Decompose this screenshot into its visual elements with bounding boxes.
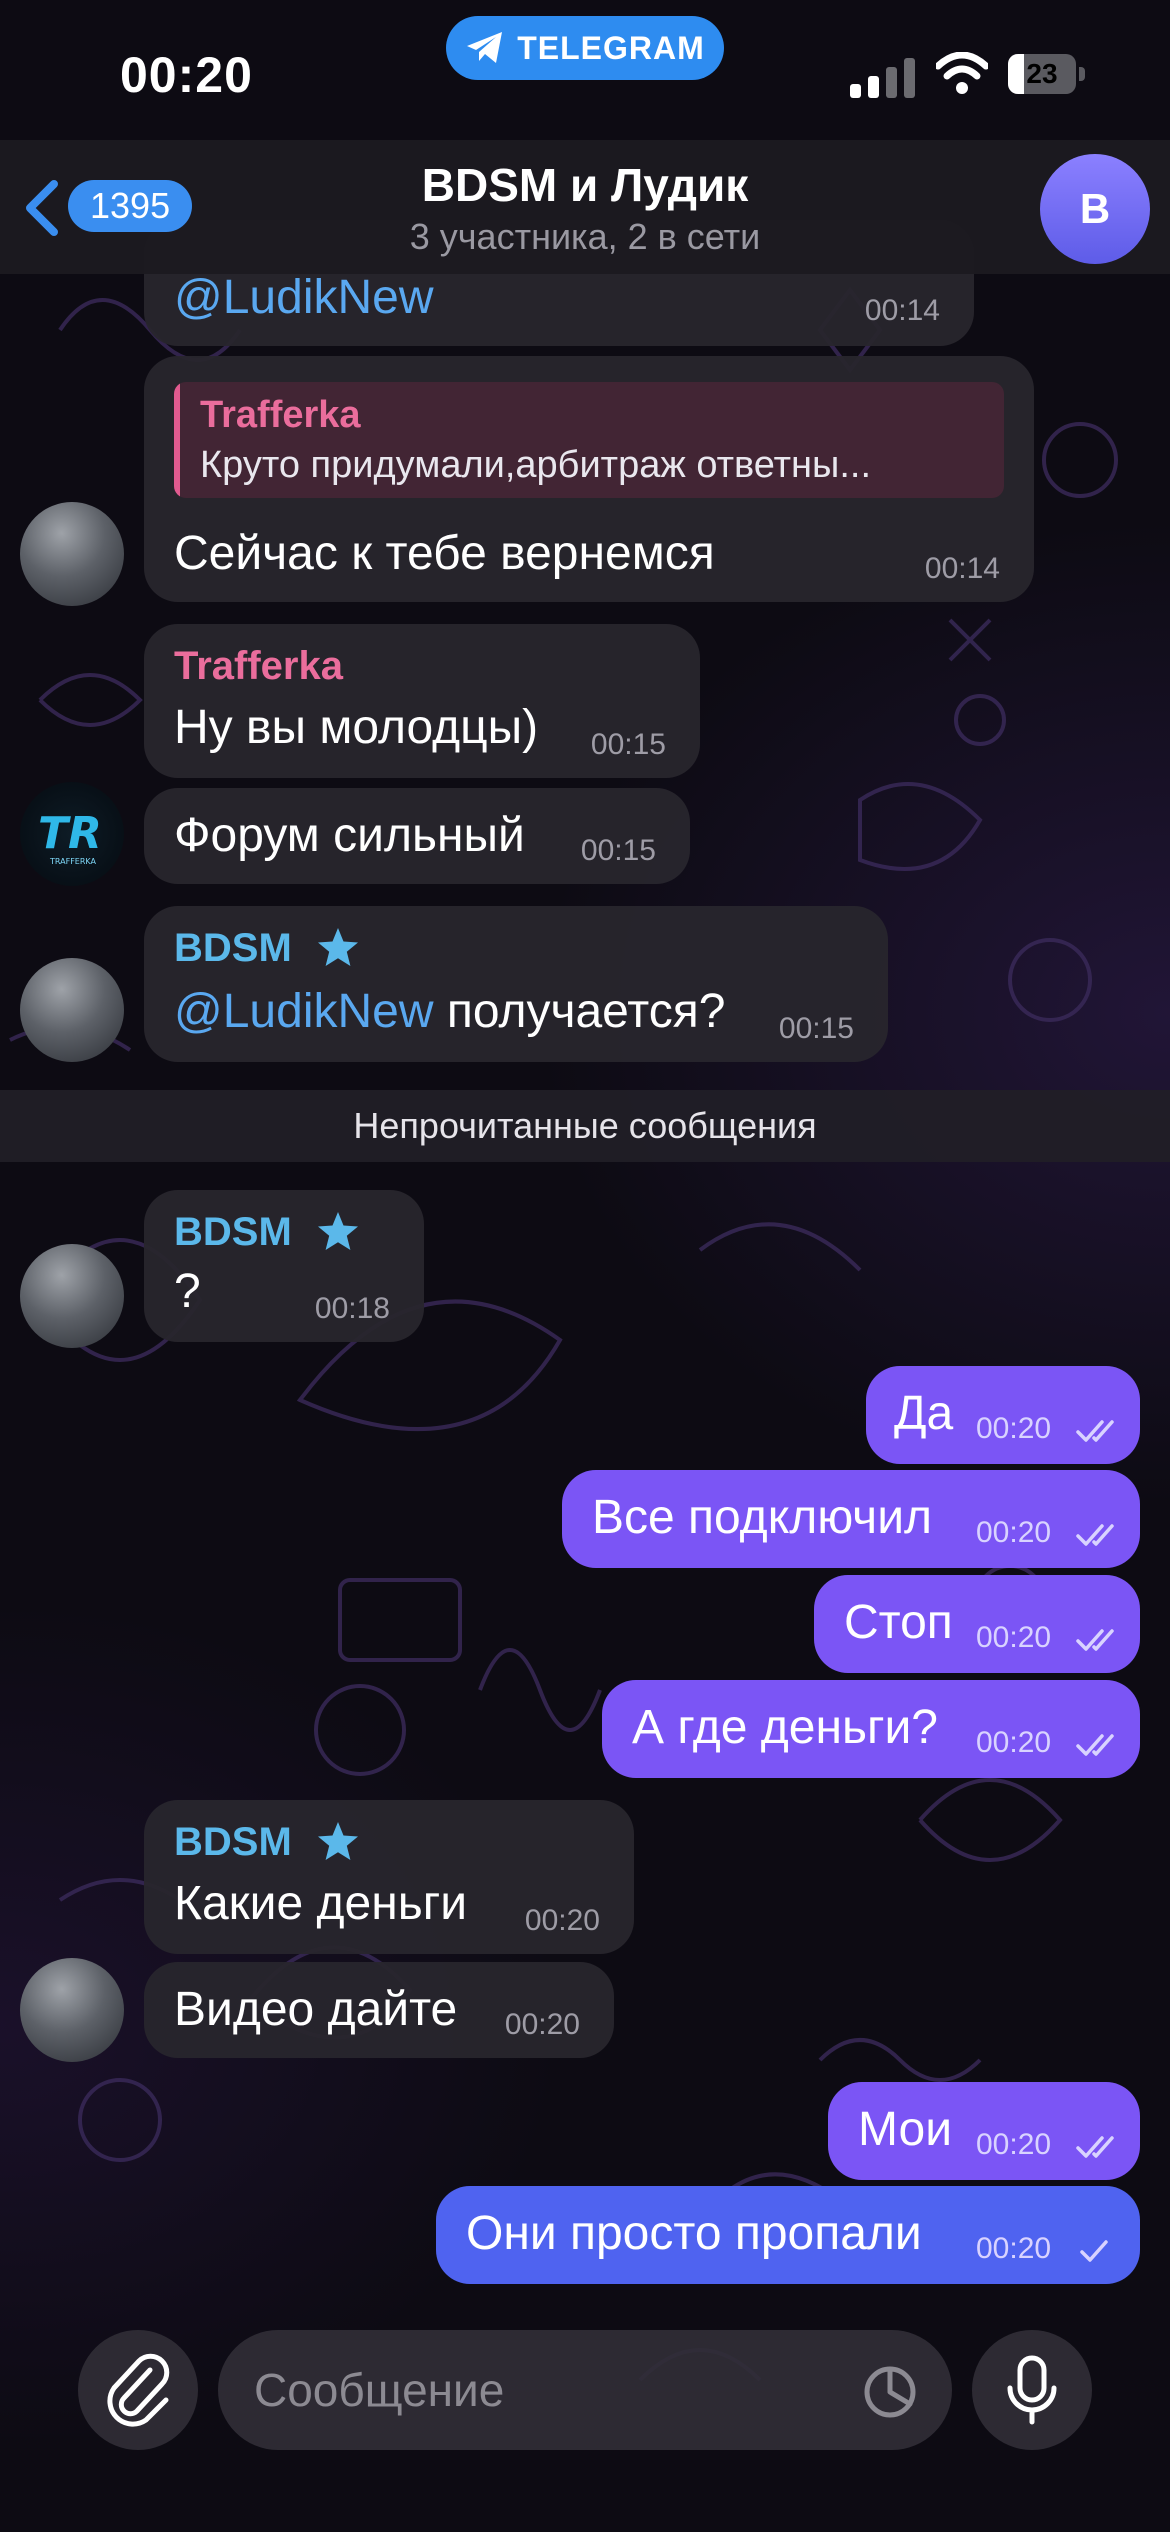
message-bubble[interactable]: BDSM ? 00:18 [144, 1190, 424, 1342]
chat-avatar[interactable]: B [1040, 154, 1150, 264]
trafferka-avatar[interactable]: TR TRAFFERKA [20, 782, 124, 886]
telegram-pill-label: TELEGRAM [517, 29, 705, 66]
star-icon [318, 1822, 358, 1860]
double-check-icon [1076, 1629, 1114, 1651]
message-time: 00:15 [778, 1012, 854, 1045]
message-input[interactable]: Сообщение [218, 2330, 952, 2450]
battery-percent: 23 [1026, 58, 1058, 89]
message-bubble[interactable]: BDSM Какие деньги 00:20 [144, 1800, 634, 1954]
message-text[interactable]: Все подключил [592, 1490, 932, 1545]
message-bubble[interactable]: Trafferka Ну вы молодцы) 00:15 [144, 624, 700, 778]
chat-title[interactable]: BDSM и Лудик [0, 158, 1170, 212]
double-check-icon [1076, 1734, 1114, 1756]
outgoing-message-bubble[interactable]: Мои 00:20 [828, 2082, 1140, 2180]
message-composer: Сообщение [0, 2300, 1170, 2532]
status-time: 00:20 [120, 47, 253, 103]
sender-name[interactable]: BDSM [174, 1210, 292, 1255]
outgoing-message-bubble[interactable]: Да 00:20 [866, 1366, 1140, 1464]
reply-sender: Trafferka [200, 394, 361, 436]
message-text[interactable]: Ну вы молодцы) [174, 700, 538, 755]
reply-preview[interactable]: Trafferka Круто придумали,арбитраж ответ… [174, 382, 1004, 498]
svg-text:TR: TR [38, 808, 102, 859]
outgoing-message-bubble[interactable]: Все подключил 00:20 [562, 1470, 1140, 1568]
message-input-placeholder: Сообщение [254, 2364, 505, 2416]
message-time: 00:20 [976, 2232, 1052, 2265]
outgoing-message-bubble[interactable]: А где деньги? 00:20 [602, 1680, 1140, 1778]
message-text[interactable]: Видео дайте [174, 1982, 457, 2037]
message-bubble[interactable]: Форум сильный 00:15 [144, 788, 690, 884]
message-time: 00:20 [976, 1412, 1052, 1445]
user-avatar[interactable] [20, 1958, 124, 2062]
message-text[interactable]: Мои [858, 2102, 952, 2157]
mention-link[interactable]: @LudikNew [174, 985, 434, 1038]
message-text-rest: получается? [433, 985, 726, 1038]
message-text[interactable]: Форум сильный [174, 808, 525, 863]
voice-record-button[interactable] [972, 2330, 1092, 2450]
attach-button[interactable] [78, 2330, 198, 2450]
message-time: 00:15 [580, 834, 656, 867]
star-icon [318, 1212, 358, 1250]
message-text[interactable]: ? [174, 1264, 201, 1319]
message-time: 00:20 [504, 2008, 580, 2041]
message-time: 00:20 [976, 1726, 1052, 1759]
chat-subtitle: 3 участника, 2 в сети [409, 216, 761, 257]
message-time: 00:14 [864, 294, 940, 327]
sticker-icon[interactable] [862, 2364, 918, 2420]
paperclip-icon [107, 2353, 170, 2427]
wifi-icon [936, 52, 988, 94]
tr-logo-icon: TR TRAFFERKA [38, 808, 102, 866]
message-text[interactable]: Стоп [844, 1595, 953, 1650]
message-list: @LudikNew 00:14 Trafferka Круто придумал… [0, 0, 1170, 2532]
microphone-icon [1007, 2355, 1057, 2425]
telegram-pill[interactable]: TELEGRAM [446, 16, 724, 80]
outgoing-message-bubble[interactable]: Стоп 00:20 [814, 1575, 1140, 1673]
star-icon [318, 928, 358, 966]
sender-name[interactable]: BDSM [174, 926, 292, 971]
chat-header: 1395 BDSM и Лудик 3 участника, 2 в сети … [0, 140, 1170, 274]
svg-text:TRAFFERKA: TRAFFERKA [49, 857, 97, 866]
double-check-icon [1076, 2136, 1114, 2158]
outgoing-message-bubble[interactable]: Они просто пропали 00:20 [436, 2186, 1140, 2284]
telegram-plane-icon [467, 32, 503, 63]
double-check-icon [1076, 1420, 1114, 1442]
message-time: 00:20 [976, 2128, 1052, 2161]
message-time: 00:14 [924, 552, 1000, 585]
single-check-icon [1080, 2240, 1108, 2262]
message-time: 00:18 [314, 1292, 390, 1325]
message-text[interactable]: Сейчас к тебе вернемся [174, 526, 715, 581]
unread-messages-divider: Непрочитанные сообщения [0, 1090, 1170, 1162]
message-text[interactable]: Да [894, 1386, 953, 1441]
sender-name[interactable]: BDSM [174, 1820, 292, 1865]
message-bubble[interactable]: Видео дайте 00:20 [144, 1962, 614, 2058]
battery-icon: 23 [1008, 54, 1086, 94]
message-text[interactable]: Какие деньги [174, 1876, 467, 1931]
user-avatar[interactable] [20, 1244, 124, 1348]
message-bubble[interactable]: Trafferka Круто придумали,арбитраж ответ… [144, 356, 1034, 602]
user-avatar[interactable] [20, 502, 124, 606]
user-avatar[interactable] [20, 958, 124, 1062]
message-time: 00:20 [976, 1621, 1052, 1654]
message-time: 00:15 [590, 728, 666, 761]
message-text[interactable]: Они просто пропали [466, 2206, 922, 2261]
message-time: 00:20 [976, 1516, 1052, 1549]
double-check-icon [1076, 1524, 1114, 1546]
message-text[interactable]: @LudikNew [174, 270, 434, 325]
message-text[interactable]: @LudikNew получается? [174, 984, 725, 1039]
reply-text: Круто придумали,арбитраж ответны... [200, 444, 872, 486]
signal-icon [850, 58, 915, 98]
message-time: 00:20 [524, 1904, 600, 1937]
message-bubble[interactable]: BDSM @LudikNew получается? 00:15 [144, 906, 888, 1062]
status-bar: 00:20 TELEGRAM 23 [0, 0, 1170, 150]
message-text[interactable]: А где деньги? [632, 1700, 938, 1755]
sender-name[interactable]: Trafferka [174, 644, 343, 689]
